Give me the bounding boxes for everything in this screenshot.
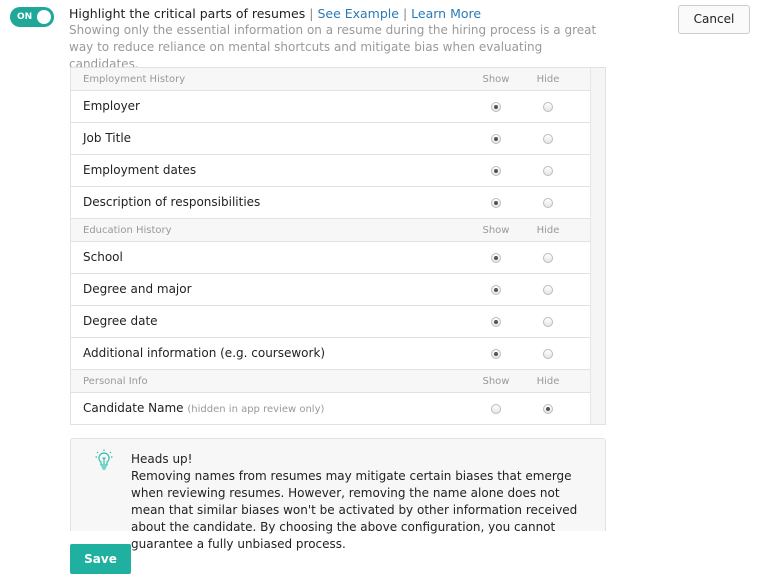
table-row: Degree date <box>71 306 592 338</box>
hide-radio[interactable] <box>543 102 553 112</box>
hide-radio[interactable] <box>543 134 553 144</box>
section-header: Personal Info Show Hide <box>71 370 592 393</box>
feature-toggle[interactable]: ON <box>10 7 54 27</box>
heads-up-notice: Heads up! Removing names from resumes ma… <box>70 438 606 551</box>
table-row: Employer <box>71 91 592 123</box>
hide-radio[interactable] <box>543 198 553 208</box>
show-radio[interactable] <box>491 134 501 144</box>
table-row: Candidate Name (hidden in app review onl… <box>71 393 592 424</box>
table-row: Description of responsibilities <box>71 187 592 219</box>
page-title: Highlight the critical parts of resumes … <box>69 6 481 21</box>
show-radio[interactable] <box>491 349 501 359</box>
row-label: Employment dates <box>83 163 197 177</box>
show-radio[interactable] <box>491 317 501 327</box>
title-text: Highlight the critical parts of resumes <box>69 6 306 21</box>
cancel-button[interactable]: Cancel <box>678 5 750 34</box>
separator: | <box>402 6 408 21</box>
section-title: Personal Info <box>83 376 148 387</box>
show-column-header: Show <box>482 74 510 85</box>
toggle-label: ON <box>17 12 33 22</box>
table-row: Employment dates <box>71 155 592 187</box>
section-title: Education History <box>83 225 172 236</box>
learn-more-link[interactable]: Learn More <box>411 6 481 21</box>
see-example-link[interactable]: See Example <box>317 6 399 21</box>
toggle-knob <box>37 10 51 24</box>
section-header: Employment History Show Hide <box>71 68 592 91</box>
table-row: Degree and major <box>71 274 592 306</box>
show-radio[interactable] <box>491 253 501 263</box>
show-column-header: Show <box>482 225 510 236</box>
description: Showing only the essential information o… <box>69 23 597 71</box>
table-row: Additional information (e.g. coursework) <box>71 338 592 370</box>
separator: | <box>309 6 314 21</box>
show-radio[interactable] <box>491 166 501 176</box>
row-label: Employer <box>83 99 140 113</box>
settings-table: Employment History Show Hide Employer Job T… <box>70 67 606 425</box>
hide-radio[interactable] <box>543 404 553 414</box>
show-radio[interactable] <box>491 404 501 414</box>
row-label: Degree and major <box>83 282 192 296</box>
row-label: School <box>83 250 123 264</box>
lightbulb-icon <box>95 449 113 470</box>
section-header: Education History Show Hide <box>71 219 592 242</box>
table-body: Employment History Show Hide Employer Job T… <box>71 68 592 424</box>
hide-column-header: Hide <box>536 74 560 85</box>
row-label: Additional information (e.g. coursework) <box>83 346 326 360</box>
hide-radio[interactable] <box>543 317 553 327</box>
row-label: Description of responsibilities <box>83 195 261 209</box>
scrollbar[interactable] <box>590 68 605 424</box>
section-title: Employment History <box>83 74 186 85</box>
hide-column-header: Hide <box>536 225 560 236</box>
show-column-header: Show <box>482 376 510 387</box>
show-radio[interactable] <box>491 285 501 295</box>
table-row: Job Title <box>71 123 592 155</box>
row-note: (hidden in app review only) <box>187 404 325 415</box>
show-radio[interactable] <box>491 198 501 208</box>
show-radio[interactable] <box>491 102 501 112</box>
hide-radio[interactable] <box>543 253 553 263</box>
row-label: Degree date <box>83 314 158 328</box>
notice-title: Heads up! <box>131 452 193 466</box>
notice-text: Removing names from resumes may mitigate… <box>131 469 578 551</box>
row-label: Job Title <box>83 131 132 145</box>
row-label: Candidate Name <box>83 401 184 415</box>
hide-radio[interactable] <box>543 349 553 359</box>
table-row: School <box>71 242 592 274</box>
hide-column-header: Hide <box>536 376 560 387</box>
save-button[interactable]: Save <box>70 544 131 574</box>
hide-radio[interactable] <box>543 166 553 176</box>
hide-radio[interactable] <box>543 285 553 295</box>
